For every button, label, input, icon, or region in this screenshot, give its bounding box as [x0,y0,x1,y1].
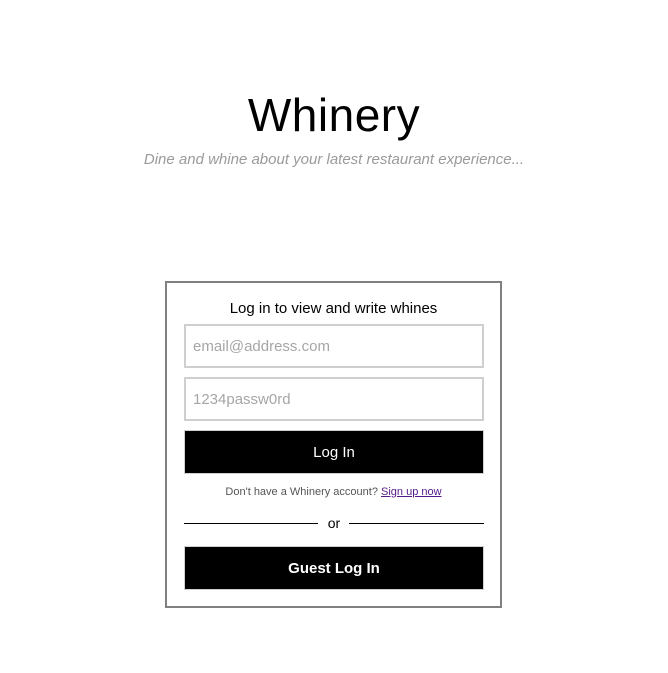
signup-link[interactable]: Sign up now [381,486,442,498]
password-field[interactable] [184,377,484,421]
login-form: Log in to view and write whines Log In D… [165,281,502,608]
login-button[interactable]: Log In [184,430,484,474]
email-field[interactable] [184,324,484,368]
app-tagline: Dine and whine about your latest restaur… [143,151,525,168]
app-title: Whinery [247,89,421,141]
guest-login-button[interactable]: Guest Log In [184,546,484,590]
login-heading: Log in to view and write whines [229,300,438,317]
signup-prompt-row: Don't have a Whinery account? Sign up no… [167,486,500,498]
or-divider: or [184,515,484,531]
signup-prompt-text: Don't have a Whinery account? [225,486,378,498]
login-page: Whinery Dine and whine about your latest… [0,0,668,673]
divider-line-right [349,523,484,524]
